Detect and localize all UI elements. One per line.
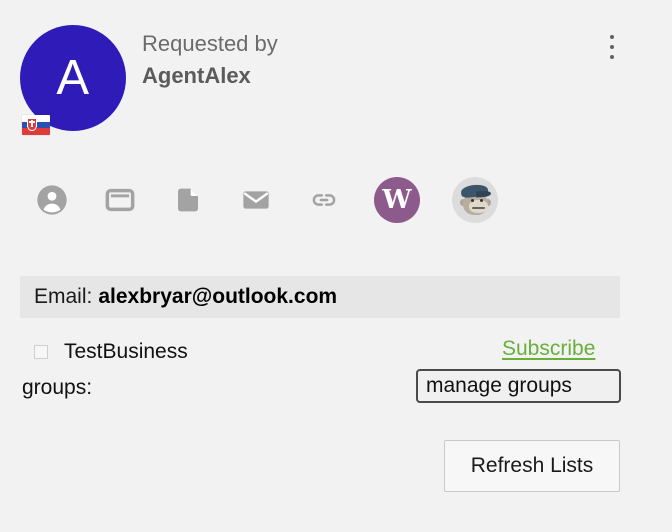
wordpress-badge-label: W	[382, 185, 412, 215]
more-options-icon[interactable]	[600, 34, 624, 60]
list-checkbox[interactable]	[34, 345, 48, 359]
mailchimp-avatar-icon[interactable]	[452, 177, 498, 223]
email-label: Email:	[34, 285, 93, 308]
requested-by-label: Requested by	[142, 31, 278, 56]
avatar[interactable]: A	[20, 25, 126, 135]
requester-name: AgentAlex	[142, 63, 251, 88]
link-icon[interactable]	[306, 182, 342, 218]
card-header: A Requested by AgentAlex	[0, 0, 672, 160]
contact-card: A Requested by AgentAlex W Email: alexbr…	[0, 0, 672, 532]
icon-row: W	[34, 175, 498, 225]
requested-by-block: Requested by AgentAlex	[142, 28, 542, 92]
window-icon[interactable]	[102, 182, 138, 218]
wordpress-badge-icon[interactable]: W	[374, 177, 420, 223]
email-row: Email: alexbryar@outlook.com	[20, 276, 620, 318]
groups-label: groups:	[22, 376, 93, 399]
slovakia-flag-icon	[22, 115, 50, 135]
list-name: TestBusiness	[64, 340, 188, 363]
email-value: alexbryar@outlook.com	[98, 285, 338, 308]
refresh-lists-button[interactable]: Refresh Lists	[444, 440, 620, 492]
person-icon[interactable]	[34, 182, 70, 218]
mail-icon[interactable]	[238, 182, 274, 218]
manage-groups-button[interactable]: manage groups	[416, 369, 621, 403]
subscribe-link[interactable]: Subscribe	[502, 337, 595, 361]
document-icon[interactable]	[170, 182, 206, 218]
